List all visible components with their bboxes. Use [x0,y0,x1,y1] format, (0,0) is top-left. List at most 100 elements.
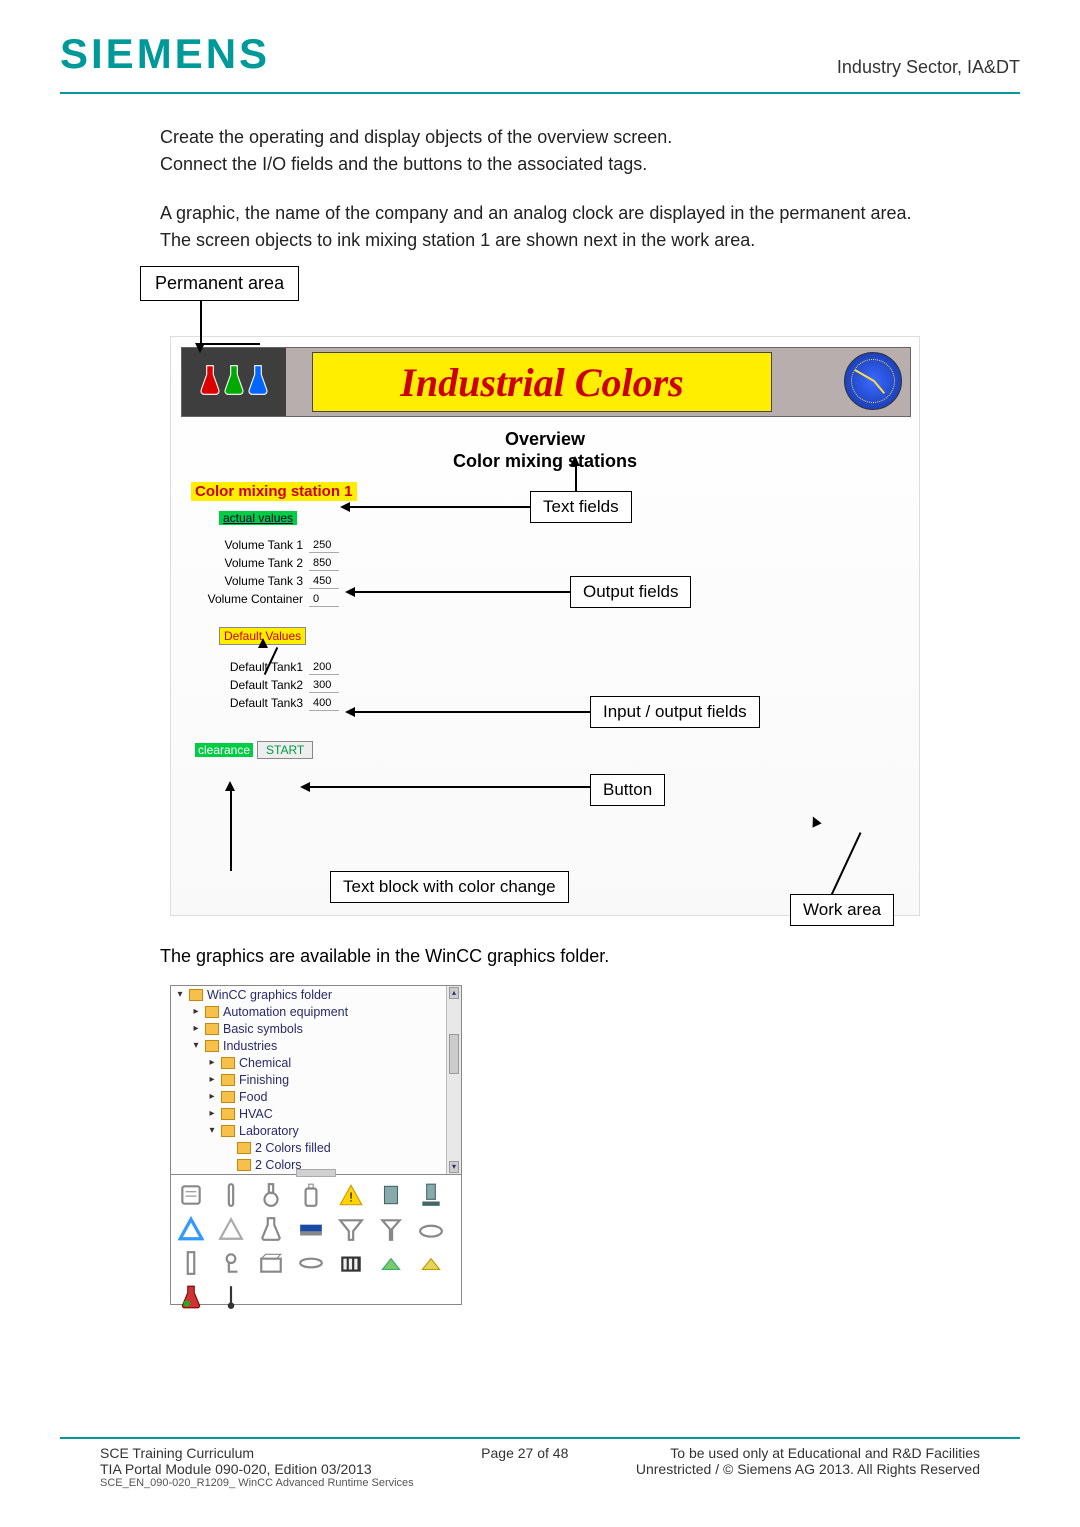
tree-item[interactable]: ▸Basic symbols [171,1020,461,1037]
petri-icon[interactable] [297,1249,325,1277]
dish-icon[interactable] [417,1215,445,1243]
footer-left-3: SCE_EN_090-020_R1209_ WinCC Advanced Run… [100,1477,414,1489]
scroll-down-icon[interactable]: ▾ [449,1161,459,1173]
rack-icon[interactable] [337,1249,365,1277]
tree-item[interactable]: ▾ Laboratory [171,1122,461,1139]
graphics-folder-panel: ▾ WinCC graphics folder▸Automation equipm… [170,985,462,1305]
heater-icon[interactable] [377,1181,405,1209]
callout-output-fields: Output fields [570,576,691,608]
tree-item-label: Industries [223,1039,277,1053]
tank2-value: 850 [309,555,339,571]
tree-caret-icon[interactable]: ▸ [207,1108,217,1119]
default-tank2-value[interactable]: 300 [309,677,339,693]
microscope-icon[interactable] [217,1249,245,1277]
tree-item-label: Chemical [239,1056,291,1070]
tree-item[interactable]: ▸Automation equipment [171,1003,461,1020]
tree-caret-icon[interactable]: ▸ [207,1057,217,1068]
cylinder-icon[interactable] [177,1249,205,1277]
para2-line1: A graphic, the name of the company and a… [160,203,911,223]
tree-item[interactable]: ▸ Finishing [171,1071,461,1088]
scroll-up-icon[interactable]: ▴ [449,987,459,999]
flask-round-icon[interactable] [257,1181,285,1209]
folder-icon [221,1057,235,1069]
graphics-tree[interactable]: ▾ WinCC graphics folder▸Automation equipm… [170,985,462,1175]
tree-item[interactable]: ▾ Industries [171,1037,461,1054]
para2-line2: The screen objects to ink mixing station… [160,230,755,250]
folder-icon [205,1040,219,1052]
warning-icon[interactable]: ! [337,1181,365,1209]
tank3-value: 450 [309,573,339,589]
analog-clock [844,352,902,410]
callout-button: Button [590,774,665,806]
tree-item-label: Laboratory [239,1124,299,1138]
default-tank3-value[interactable]: 400 [309,695,339,711]
tree-caret-icon[interactable]: ▸ [191,1006,201,1017]
tree-item[interactable]: ▸Food [171,1088,461,1105]
folder-icon [221,1091,235,1103]
folder-icon [221,1108,235,1120]
footer-right-1: To be used only at Educational and R&D F… [636,1445,980,1461]
clearance-indicator: clearance [195,743,253,757]
tree-caret-icon[interactable]: ▾ [207,1125,217,1136]
tree-item[interactable]: 2 Colors filled [171,1139,461,1156]
footer-left-2: TIA Portal Module 090-020, Edition 03/20… [100,1461,414,1477]
tree-caret-icon[interactable]: ▸ [191,1023,201,1034]
tree-item[interactable]: ▸ Chemical [171,1054,461,1071]
cap-green-icon[interactable] [377,1249,405,1277]
beaker-icon[interactable] [177,1181,205,1209]
hmi-panel: Industrial Colors Overview Color mixing … [170,336,920,916]
footer-right-2: Unrestricted / © Siemens AG 2013. All Ri… [636,1461,980,1477]
tree-item[interactable]: ▾ WinCC graphics folder [171,986,461,1003]
cap-yellow-icon[interactable] [417,1249,445,1277]
callout-text-color: Text block with color change [330,871,569,903]
section-title: Color mixing station 1 [191,482,357,501]
stand-icon[interactable] [417,1181,445,1209]
splitter-handle[interactable] [296,1169,336,1177]
tank1-value: 250 [309,537,339,553]
actual-values-table: Volume Tank 1250 Volume Tank 2850 Volume… [195,535,341,609]
tree-caret-icon[interactable]: ▸ [207,1091,217,1102]
tray-blue-icon[interactable] [297,1215,325,1243]
callout-io-fields: Input / output fields [590,696,760,728]
triangle-gray-icon[interactable] [217,1215,245,1243]
tree-item-label: HVAC [239,1107,273,1121]
start-button[interactable]: START [257,741,313,759]
callout-text-fields: Text fields [530,491,632,523]
tree-item[interactable]: ▸ HVAC [171,1105,461,1122]
footer-divider [60,1437,1020,1439]
flasks-graphic [182,348,286,416]
bottle-icon[interactable] [297,1181,325,1209]
sector-text: Industry Sector, IA&DT [837,57,1020,78]
funnel-small-icon[interactable] [377,1215,405,1243]
default-tank1-value[interactable]: 200 [309,659,339,675]
graphics-gallery[interactable]: ! [170,1175,462,1305]
flask-color-icon[interactable] [177,1283,205,1311]
scroll-thumb[interactable] [449,1034,459,1074]
container-value: 0 [309,591,339,607]
flask-narrow-icon[interactable] [257,1215,285,1243]
folder-icon [205,1023,219,1035]
para1-line1: Create the operating and display objects… [160,127,672,147]
actual-values-label: actual values [219,511,297,525]
tree-caret-icon[interactable]: ▾ [191,1040,201,1051]
tree-item-label: Finishing [239,1073,289,1087]
thermometer-icon[interactable] [217,1283,245,1311]
testtube-icon[interactable] [217,1181,245,1209]
overview-figure: Permanent area Industrial Colors Overvie… [130,276,950,926]
tree-item-label: WinCC graphics folder [207,988,332,1002]
funnel-down-icon[interactable] [337,1215,365,1243]
footer-page: Page 27 of 48 [481,1445,568,1461]
callout-work-area: Work area [790,894,894,926]
triangle-blue-icon[interactable] [177,1215,205,1243]
folder-icon [189,989,203,1001]
svg-text:!: ! [349,1190,353,1205]
siemens-logo: SIEMENS [60,30,270,78]
tree-scrollbar[interactable]: ▴ ▾ [446,986,461,1174]
tree-caret-icon[interactable]: ▸ [207,1074,217,1085]
callout-permanent-area: Permanent area [140,266,299,301]
box-icon[interactable] [257,1249,285,1277]
tree-caret-icon[interactable]: ▾ [175,989,185,1000]
tree-item-label: 2 Colors [255,1158,302,1172]
permanent-area-strip: Industrial Colors [181,347,911,417]
page-footer: SCE Training Curriculum TIA Portal Modul… [100,1445,980,1489]
